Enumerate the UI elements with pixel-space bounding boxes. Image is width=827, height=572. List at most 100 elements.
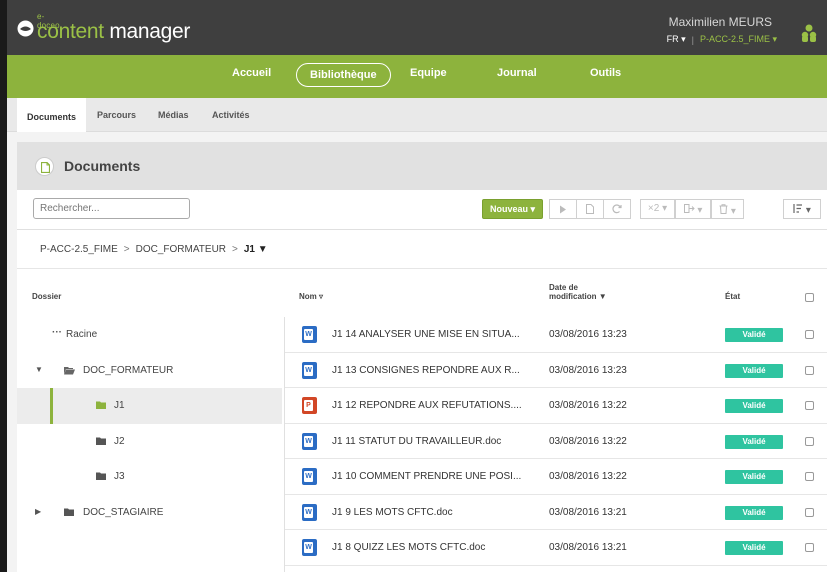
folder-j3[interactable]: J3 — [17, 459, 282, 495]
row-checkbox[interactable] — [805, 472, 814, 481]
user-name[interactable]: Maximilien MEURS — [669, 15, 772, 29]
row-checkbox[interactable] — [805, 401, 814, 410]
export-button[interactable]: ▾ — [675, 199, 711, 219]
status-badge: Validé — [725, 470, 783, 484]
word-file-icon: W — [302, 326, 317, 343]
table-row[interactable]: W J1 8 QUIZZ LES MOTS CFTC.doc 03/08/201… — [285, 530, 827, 566]
document-name[interactable]: J1 9 LES MOTS CFTC.doc — [332, 507, 453, 518]
divider — [17, 268, 827, 269]
row-checkbox[interactable] — [805, 543, 814, 552]
logo-icon — [17, 20, 34, 37]
toolbar: Nouveau ▾ ×2 ▾ ▾ ▾ ▾ — [17, 190, 827, 230]
caret-right-icon[interactable]: ▶ — [35, 507, 41, 516]
document-name[interactable]: J1 13 CONSIGNES REPONDRE AUX R... — [332, 365, 520, 376]
caret-down-icon[interactable]: ▼ — [35, 365, 43, 374]
table-row[interactable]: W J1 10 COMMENT PRENDRE UNE POSI... 03/0… — [285, 459, 827, 495]
tab-parcours[interactable]: Parcours — [87, 98, 146, 132]
document-date: 03/08/2016 13:23 — [549, 329, 627, 340]
document-name[interactable]: J1 11 STATUT DU TRAVAILLEUR.doc — [332, 436, 501, 447]
document-date: 03/08/2016 13:22 — [549, 435, 627, 447]
documents-panel: Documents Nouveau ▾ ×2 ▾ ▾ ▾ ▾ P-ACC-2.5… — [17, 142, 827, 572]
meta-separator: | — [691, 34, 694, 45]
document-name[interactable]: J1 8 QUIZZ LES MOTS CFTC.doc — [332, 542, 485, 553]
user-group-icon[interactable] — [801, 24, 817, 42]
documents-table: W J1 14 ANALYSER UNE MISE EN SITUA... 03… — [285, 317, 827, 566]
new-button[interactable]: Nouveau ▾ — [482, 199, 543, 219]
row-checkbox[interactable] — [805, 330, 814, 339]
logo-text: content manager — [37, 20, 191, 43]
breadcrumb-separator: > — [123, 244, 130, 255]
nav-outils[interactable]: Outils — [590, 67, 621, 79]
folder-racine[interactable]: ··· Racine — [17, 317, 282, 353]
file-icon — [586, 204, 594, 214]
breadcrumb-root[interactable]: P-ACC-2.5_FIME — [40, 244, 118, 255]
table-row[interactable]: W J1 14 ANALYSER UNE MISE EN SITUA... 03… — [285, 317, 827, 353]
sort-icon — [793, 204, 803, 213]
folder-icon — [96, 401, 106, 409]
nav-journal[interactable]: Journal — [497, 67, 537, 79]
column-nom[interactable]: Nom ▿ — [299, 292, 323, 301]
search-input[interactable] — [33, 198, 190, 219]
folder-doc-stagiaire[interactable]: ▶ DOC_STAGIAIRE — [17, 495, 282, 531]
version-button[interactable]: ×2 ▾ — [640, 199, 675, 219]
document-date: 03/08/2016 13:22 — [549, 471, 627, 482]
breadcrumb-current[interactable]: J1 ▼ — [244, 244, 268, 255]
document-date: 03/08/2016 13:21 — [549, 542, 627, 553]
nav-bibliotheque[interactable]: Bibliothèque — [296, 63, 391, 87]
powerpoint-file-icon: P — [302, 397, 317, 414]
word-file-icon: W — [302, 432, 317, 450]
status-badge: Validé — [725, 541, 783, 555]
status-badge: Validé — [725, 363, 783, 378]
folder-doc-formateur[interactable]: ▼ DOC_FORMATEUR — [17, 353, 282, 389]
tab-activites[interactable]: Activités — [202, 98, 260, 132]
folder-tree: ··· Racine ▼ DOC_FORMATEUR J1 J2 J3 ▶ DO… — [17, 317, 282, 530]
folder-icon — [96, 472, 106, 480]
export-icon — [683, 204, 695, 213]
column-etat[interactable]: État — [725, 292, 740, 301]
status-badge: Validé — [725, 328, 783, 342]
table-row[interactable]: W J1 11 STATUT DU TRAVAILLEUR.doc 03/08/… — [285, 424, 827, 459]
row-checkbox[interactable] — [805, 436, 814, 446]
row-checkbox[interactable] — [805, 365, 814, 375]
tab-medias[interactable]: Médias — [148, 98, 199, 132]
selection-indicator — [50, 388, 53, 424]
refresh-button[interactable] — [603, 199, 631, 219]
nav-equipe[interactable]: Equipe — [410, 67, 447, 79]
table-row[interactable]: W J1 13 CONSIGNES REPONDRE AUX R... 03/0… — [285, 353, 827, 388]
tab-documents[interactable]: Documents — [17, 98, 87, 132]
document-date: 03/08/2016 13:21 — [549, 506, 627, 518]
table-row[interactable]: W J1 9 LES MOTS CFTC.doc 03/08/2016 13:2… — [285, 495, 827, 530]
play-button[interactable] — [549, 199, 577, 219]
column-date[interactable]: Date de modification ▼ — [549, 283, 607, 301]
folder-icon — [96, 437, 106, 445]
word-file-icon: W — [302, 539, 317, 556]
folder-open-icon — [64, 366, 75, 374]
nav-accueil[interactable]: Accueil — [232, 67, 271, 79]
document-name[interactable]: J1 12 REPONDRE AUX REFUTATIONS.... — [332, 400, 522, 411]
row-checkbox[interactable] — [805, 507, 814, 517]
window-edge — [0, 0, 7, 572]
column-dossier: Dossier — [32, 292, 62, 301]
document-name[interactable]: J1 14 ANALYSER UNE MISE EN SITUA... — [332, 329, 520, 340]
table-row[interactable]: P J1 12 REPONDRE AUX REFUTATIONS.... 03/… — [285, 388, 827, 424]
panel-header: Documents — [17, 142, 827, 190]
breadcrumb-folder[interactable]: DOC_FORMATEUR — [136, 244, 226, 255]
preview-button[interactable] — [576, 199, 604, 219]
word-file-icon: W — [302, 361, 317, 379]
refresh-icon — [612, 204, 622, 214]
document-date: 03/08/2016 13:22 — [549, 400, 627, 411]
sort-button[interactable]: ▾ — [783, 199, 821, 219]
folder-icon — [64, 508, 74, 516]
project-selector[interactable]: P-ACC-2.5_FIME ▾ — [700, 34, 777, 45]
play-icon — [560, 205, 566, 214]
select-all-checkbox[interactable] — [805, 293, 814, 302]
delete-button[interactable]: ▾ — [711, 199, 744, 219]
document-name[interactable]: J1 10 COMMENT PRENDRE UNE POSI... — [332, 471, 521, 482]
breadcrumb: P-ACC-2.5_FIME > DOC_FORMATEUR > J1 ▼ — [40, 244, 268, 255]
word-file-icon: W — [302, 503, 317, 521]
language-selector[interactable]: FR ▾ — [667, 34, 686, 45]
top-header: e-doceo content manager Maximilien MEURS… — [7, 0, 827, 55]
breadcrumb-separator: > — [232, 244, 238, 255]
folder-j2[interactable]: J2 — [17, 424, 282, 460]
folder-j1[interactable]: J1 — [17, 388, 282, 424]
